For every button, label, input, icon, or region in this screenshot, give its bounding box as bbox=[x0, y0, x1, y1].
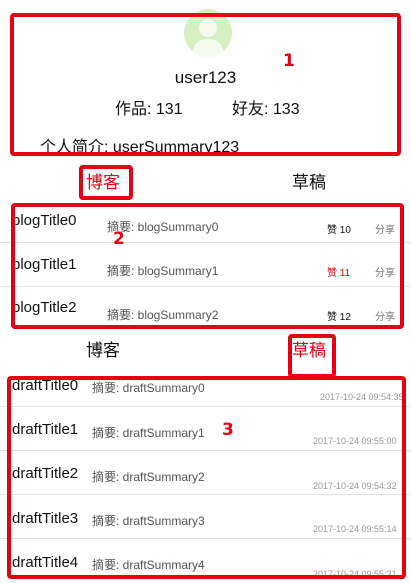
annotation-box-blog-tab bbox=[79, 165, 133, 200]
annotation-number: 3 bbox=[222, 420, 234, 440]
annotation-number: 2 bbox=[113, 229, 125, 249]
tab-draft[interactable]: 草稿 bbox=[292, 168, 326, 193]
tab-blog[interactable]: 博客 bbox=[86, 336, 120, 361]
annotation-box-draft-list bbox=[7, 376, 406, 579]
annotation-box-profile bbox=[10, 13, 401, 156]
annotation-box-blog-list bbox=[11, 203, 404, 329]
annotation-box-draft-tab bbox=[288, 334, 336, 378]
annotation-number: 1 bbox=[283, 51, 295, 71]
